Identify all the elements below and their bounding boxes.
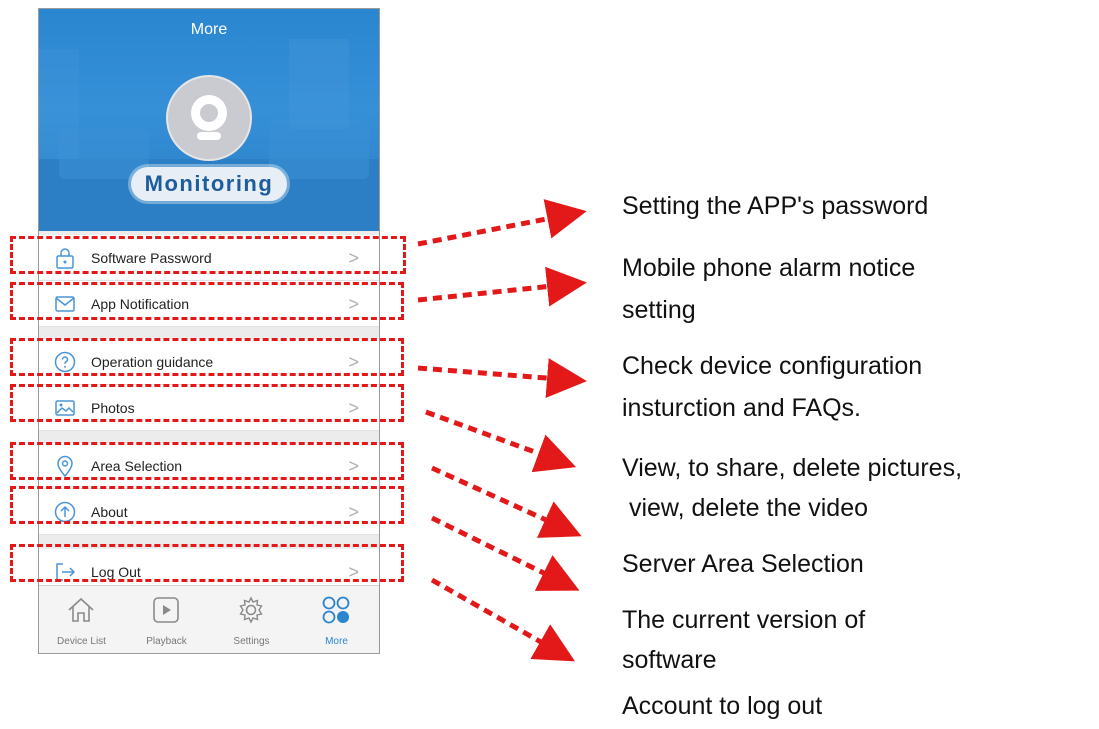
annotation-photos-line1: View, to share, delete pictures, bbox=[622, 454, 963, 482]
arrow-app-notification bbox=[417, 266, 587, 307]
arrow-operation-guidance bbox=[417, 358, 587, 398]
annotation-arrows bbox=[417, 199, 587, 662]
arrow-photos bbox=[425, 409, 577, 473]
annotation-notification-line2: setting bbox=[622, 296, 696, 324]
arrow-about bbox=[430, 515, 580, 591]
annotation-software-password: Setting the APP's password bbox=[622, 192, 929, 220]
annotation-guidance-line1: Check device configuration bbox=[622, 352, 923, 380]
arrow-software-password bbox=[417, 199, 587, 247]
annotation-about-line1: The current version of bbox=[622, 606, 866, 634]
annotation-notification-line1: Mobile phone alarm notice bbox=[622, 254, 916, 282]
annotation-area-selection: Server Area Selection bbox=[622, 550, 864, 578]
annotation-about-line2: software bbox=[622, 646, 717, 674]
arrow-area-selection bbox=[430, 465, 582, 538]
arrow-log-out bbox=[430, 577, 576, 662]
annotation-log-out: Account to log out bbox=[622, 692, 823, 720]
annotation-guidance-line2: insturction and FAQs. bbox=[622, 394, 862, 422]
annotation-photos-line2: view, delete the video bbox=[622, 494, 868, 522]
